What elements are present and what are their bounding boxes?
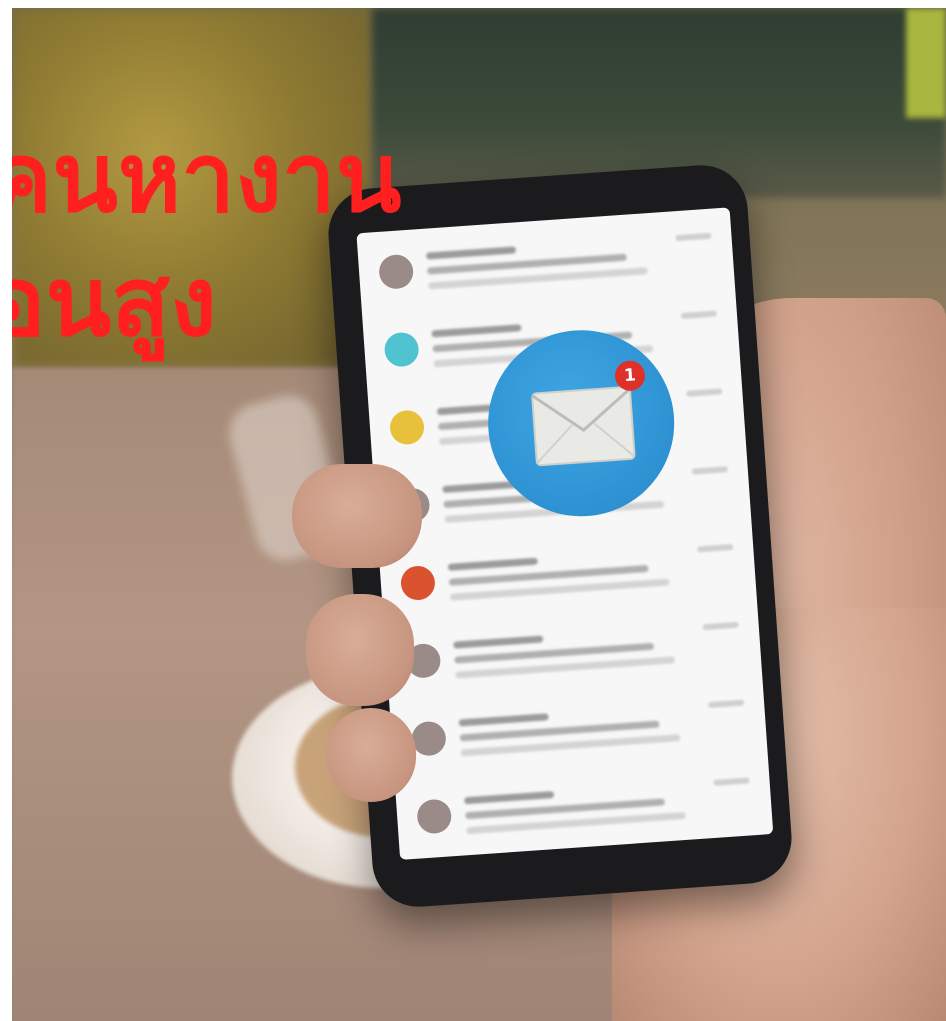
finger (326, 708, 416, 802)
headline-line-1: คนหางาน (12, 122, 402, 234)
overlay-headline: คนหางาน อนสูง (12, 116, 401, 364)
contact-avatar (399, 564, 437, 602)
envelope-icon (531, 386, 636, 467)
headline-line-2: อนสูง (12, 246, 217, 358)
photo-background: 1 คนหางาน อนสูง (12, 8, 946, 1021)
contact-avatar (388, 409, 426, 446)
finger (306, 594, 414, 706)
finger (292, 464, 422, 568)
contact-avatar (416, 798, 453, 835)
blurred-plant (906, 8, 946, 118)
contact-avatar (410, 720, 447, 757)
